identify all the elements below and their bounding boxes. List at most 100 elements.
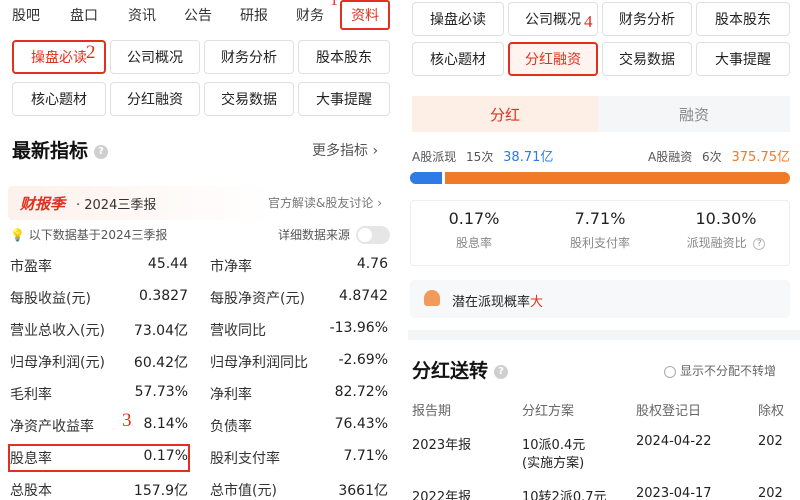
chip-dashi-tixing[interactable]: 大事提醒 [696, 42, 790, 76]
data-basis-note: 💡 以下数据基于2024三季报 详细数据来源 [10, 226, 390, 246]
metric-row-right[interactable]: 净利率 82.72% [210, 380, 388, 408]
show-no-distribution-option[interactable]: 显示不分配不转增 [664, 362, 776, 379]
dividend-vs-financing-bar [410, 172, 790, 184]
section-title-text: 最新指标 [12, 140, 89, 162]
metric-label: 归母净利润(元) [10, 355, 105, 371]
chip-fenhong-rongzi[interactable]: 分红融资 [110, 82, 200, 116]
earnings-season-title: 财报季 [20, 195, 66, 213]
official-interpretation-link[interactable]: 官方解读&股友讨论 › [268, 194, 382, 211]
metric-row-right[interactable]: 总市值(元) 3661亿 [210, 476, 388, 500]
tab-gonggao[interactable]: 公告 [184, 5, 212, 25]
metric-label: 营收同比 [210, 323, 266, 339]
tab-zixun[interactable]: 资讯 [128, 5, 156, 25]
metric-row-left[interactable]: 毛利率 57.73% [10, 380, 188, 408]
chip-guben-gudong[interactable]: 股本股东 [696, 2, 790, 36]
data-source-toggle[interactable] [356, 226, 390, 244]
chip-hexin-ticai[interactable]: 核心题材 [412, 42, 504, 76]
probability-label: 潜在派现概率 [452, 295, 531, 310]
probability-level: 大 [530, 295, 544, 310]
chip-jiaoyi-shuju[interactable]: 交易数据 [204, 82, 294, 116]
metric-label: 股利支付率 [210, 451, 280, 467]
metric-row-right[interactable]: 归母净利润同比 -2.69% [210, 348, 388, 376]
radio-icon[interactable] [664, 365, 676, 378]
chip-hexin-ticai[interactable]: 核心题材 [12, 82, 106, 116]
earnings-season-banner[interactable]: 财报季 · 2024三季报 官方解读&股友讨论 › [8, 186, 388, 220]
probability-text: 潜在派现概率大 [452, 291, 543, 310]
metric-value: 8.14% [143, 416, 188, 432]
metric-value: -2.69% [338, 352, 388, 368]
stat-label: 派现融资比 ? [663, 234, 789, 251]
chip-jiaoyi-shuju[interactable]: 交易数据 [602, 42, 692, 76]
metric-label: 每股净资产(元) [210, 291, 305, 307]
metric-row-right[interactable]: 每股净资产(元) 4.8742 [210, 284, 388, 312]
stat-label: 股息率 [455, 236, 492, 250]
more-metrics-link[interactable]: 更多指标 › [312, 140, 378, 160]
chip-dashi-tixing[interactable]: 大事提醒 [298, 82, 390, 116]
metric-row-left[interactable]: 归母净利润(元) 60.42亿 [10, 348, 188, 376]
metric-value: 57.73% [134, 384, 188, 400]
chip-caopan-bidu[interactable]: 操盘必读 [412, 2, 504, 36]
metric-label: 营业总收入(元) [10, 323, 105, 339]
chip-caiwu-fenxi[interactable]: 财务分析 [204, 40, 294, 74]
help-icon[interactable]: ? [494, 364, 509, 379]
tab-ziliao[interactable]: 资料 [340, 0, 390, 30]
tab-guba[interactable]: 股吧 [12, 5, 40, 25]
metric-row-right[interactable]: 股利支付率 7.71% [210, 444, 388, 472]
metric-label: 市盈率 [10, 259, 52, 275]
metric-label: 总市值(元) [210, 483, 277, 499]
metric-row-right[interactable]: 营收同比 -13.96% [210, 316, 388, 344]
financing-amount: 375.75亿 [731, 150, 791, 165]
metric-row-right[interactable]: 负债率 76.43% [210, 412, 388, 440]
metric-label: 负债率 [210, 419, 252, 435]
stat-payout-ratio: 7.71% 股利支付率 [537, 209, 663, 251]
help-icon[interactable]: ? [94, 144, 109, 159]
chip-guben-gudong[interactable]: 股本股东 [298, 40, 390, 74]
left-panel: 股吧 盘口 资讯 公告 研报 财务 1 资料 操盘必读 2 公司概况 财务分析 … [0, 0, 398, 500]
potential-dividend-probability[interactable]: 潜在派现概率大 [410, 280, 790, 318]
dividend-amount: 38.71亿 [503, 150, 554, 165]
chip-fenhong-rongzi[interactable]: 分红融资 [508, 42, 598, 76]
earnings-season-period: · 2024三季报 [76, 198, 157, 213]
metric-row-left[interactable]: 营业总收入(元) 73.04亿 [10, 316, 188, 344]
help-icon[interactable]: ? [753, 237, 766, 250]
metric-row-left[interactable]: 净资产收益率 8.14% [10, 412, 188, 440]
segment-dividend[interactable]: 分红 [412, 96, 598, 132]
metric-value: 4.8742 [339, 288, 388, 304]
metric-row-left[interactable]: 市盈率 45.44 [10, 252, 188, 280]
metric-value: -13.96% [329, 320, 388, 336]
dividend-count: 15次 [466, 150, 494, 164]
tab-caiwu[interactable]: 财务 [296, 5, 324, 25]
stat-label: 股利支付率 [569, 236, 630, 250]
annotation-marker-1: 1 [330, 0, 338, 9]
tab-pankou[interactable]: 盘口 [70, 5, 98, 25]
chip-caiwu-fenxi[interactable]: 财务分析 [602, 2, 692, 36]
segment-financing[interactable]: 融资 [598, 96, 790, 132]
cell-record-date: 2024-04-22 [636, 434, 712, 449]
col-header-ex-date: 除权 [758, 404, 785, 419]
metric-label: 总股本 [10, 483, 52, 499]
data-source-label: 详细数据来源 [277, 228, 350, 242]
metric-value: 4.76 [356, 256, 388, 272]
chip-label: 操盘必读 [31, 50, 87, 66]
cell-record-date: 2023-04-17 [636, 486, 712, 500]
cell-ex-date: 202 [758, 486, 783, 500]
metric-value: 82.72% [334, 384, 388, 400]
stat-value: 7.71% [574, 209, 626, 228]
highlight-box-dividend-yield [8, 444, 190, 472]
stat-label-text: 派现融资比 [686, 236, 747, 250]
metric-label: 归母净利润同比 [210, 355, 308, 371]
metric-row-left[interactable]: 总股本 157.9亿 [10, 476, 188, 500]
right-panel: 操盘必读 公司概况 4 财务分析 股本股东 核心题材 分红融资 交易数据 大事提… [408, 0, 800, 500]
data-basis-text: 以下数据基于2024三季报 [28, 228, 168, 242]
stat-value: 10.30% [695, 209, 757, 228]
lightbulb-icon: 💡 [10, 228, 25, 242]
metric-row-left[interactable]: 每股收益(元) 0.3827 [10, 284, 188, 312]
bell-icon [424, 290, 440, 306]
tab-yanbao[interactable]: 研报 [240, 5, 268, 25]
chip-gongsi-gaikuang[interactable]: 公司概况 [110, 40, 200, 74]
metric-value: 76.43% [334, 416, 388, 432]
annotation-marker-2: 2 [86, 42, 96, 63]
metric-value: 45.44 [147, 256, 188, 272]
section-divider [408, 330, 800, 340]
metric-row-right[interactable]: 市净率 4.76 [210, 252, 388, 280]
